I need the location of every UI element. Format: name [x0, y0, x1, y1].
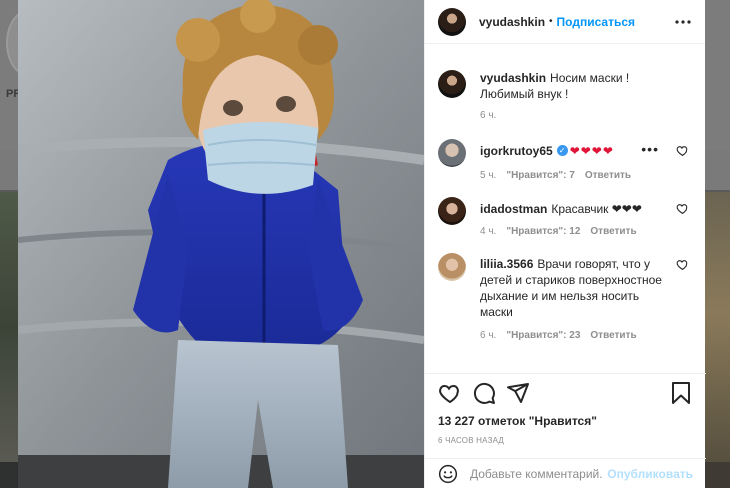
add-comment-row: Опубликовать: [425, 458, 706, 488]
comment-item: idadostman Красавчик ❤❤❤ 4 ч. "Нравится":…: [438, 197, 693, 237]
child-photo-illustration: [18, 0, 424, 488]
commenter-username[interactable]: idadostman: [480, 202, 547, 216]
grid-thumbnail-right[interactable]: [705, 192, 730, 462]
heart-icon[interactable]: [676, 144, 689, 157]
commenter-username[interactable]: igorkrutoy65: [480, 144, 553, 158]
heart-icon[interactable]: [438, 381, 462, 405]
comment-likes-count[interactable]: "Нравится": 12: [506, 226, 580, 237]
post-header: vyudashkin • Подписаться: [425, 0, 705, 44]
post-modal: vyudashkin • Подписаться vyudashkin Носим…: [18, 0, 706, 488]
action-row: [438, 374, 693, 412]
grid-thumbnail-bottom-right[interactable]: [705, 462, 730, 488]
comment-text: idadostman Красавчик ❤❤❤: [480, 201, 669, 217]
comment-body: ❤❤❤❤: [569, 144, 614, 158]
grid-thumbnail-bottom-left[interactable]: [0, 462, 18, 488]
comment-options-icon[interactable]: •••: [641, 141, 659, 157]
comment-item: igorkrutoy65 ✓ ❤❤❤❤ 5 ч. "Нравится": 7 Отв…: [438, 139, 693, 181]
grid-thumbnail-left[interactable]: [0, 192, 18, 462]
commenter-username[interactable]: liliia.3566: [480, 257, 533, 271]
caption-time[interactable]: 6 ч.: [480, 110, 496, 121]
share-icon[interactable]: [506, 381, 530, 405]
post-sidebar: vyudashkin • Подписаться vyudashkin Носим…: [424, 0, 706, 488]
heart-icon[interactable]: [676, 258, 689, 271]
comment-body: Красавчик ❤❤❤: [551, 202, 642, 216]
comment-likes-count[interactable]: "Нравится": 23: [506, 330, 580, 341]
bookmark-icon[interactable]: [669, 381, 693, 405]
publish-button[interactable]: Опубликовать: [607, 467, 693, 481]
post-time[interactable]: 6 ЧАСОВ НАЗАД: [438, 436, 693, 445]
comment-meta: 6 ч. "Нравится": 23 Ответить: [480, 330, 669, 341]
caption-text: vyudashkin Носим маски ! Любимый внук !: [480, 70, 669, 102]
verified-badge-icon: ✓: [556, 145, 568, 157]
likes-count[interactable]: 13 227 отметок "Нравится": [438, 414, 693, 428]
caption: vyudashkin Носим маски ! Любимый внук ! 6…: [438, 70, 693, 121]
emoji-icon[interactable]: [438, 464, 458, 484]
comment-time[interactable]: 6 ч.: [480, 330, 496, 341]
post-photo[interactable]: [18, 0, 424, 488]
comment-item: liliia.3566 Врачи говорят, что у детей и …: [438, 253, 693, 341]
add-comment-input[interactable]: [470, 466, 604, 481]
commenter-avatar[interactable]: [438, 139, 466, 167]
comment-text: liliia.3566 Врачи говорят, что у детей и …: [480, 256, 669, 320]
follow-button[interactable]: Подписаться: [557, 15, 635, 29]
comment-icon[interactable]: [472, 381, 496, 405]
comment-likes-count[interactable]: "Нравится": 7: [506, 170, 575, 181]
commenter-avatar[interactable]: [438, 253, 466, 281]
reply-button[interactable]: Ответить: [590, 330, 636, 341]
comment-meta: 4 ч. "Нравится": 12 Ответить: [480, 226, 669, 237]
caption-meta: 6 ч.: [480, 110, 669, 121]
comment-time[interactable]: 4 ч.: [480, 226, 496, 237]
post-actions: 13 227 отметок "Нравится" 6 ЧАСОВ НАЗАД: [425, 373, 706, 445]
heart-icon[interactable]: [676, 202, 689, 215]
owner-username[interactable]: vyudashkin: [479, 15, 545, 29]
comment-time[interactable]: 5 ч.: [480, 170, 496, 181]
comment-meta: 5 ч. "Нравится": 7 Ответить: [480, 170, 669, 181]
separator-dot: •: [549, 16, 553, 27]
comments-list[interactable]: vyudashkin Носим маски ! Любимый внук ! 6…: [425, 44, 705, 374]
caption-username[interactable]: vyudashkin: [480, 71, 546, 85]
reply-button[interactable]: Ответить: [585, 170, 631, 181]
more-options-icon[interactable]: [673, 12, 693, 32]
owner-avatar[interactable]: [438, 7, 466, 36]
caption-avatar[interactable]: [438, 70, 466, 98]
reply-button[interactable]: Ответить: [590, 226, 636, 237]
commenter-avatar[interactable]: [438, 197, 466, 225]
